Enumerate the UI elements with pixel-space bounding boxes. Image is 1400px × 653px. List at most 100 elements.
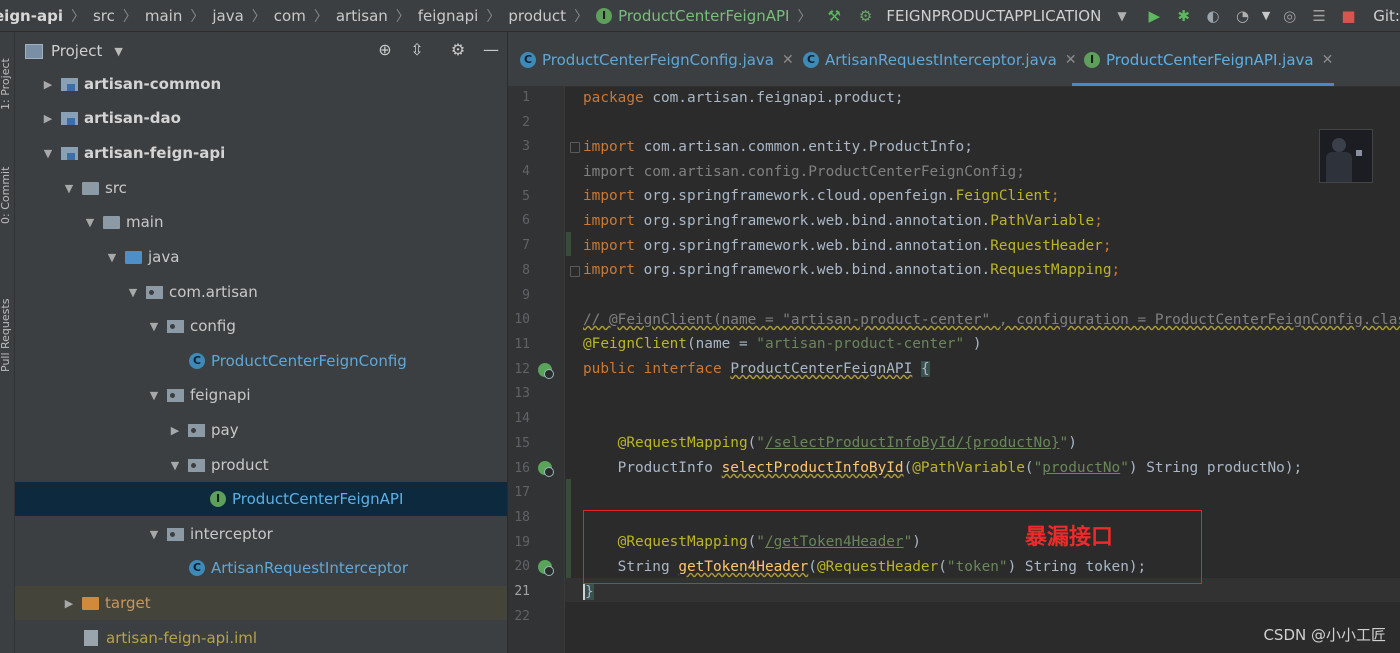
chevron-down-icon[interactable]: ▼	[147, 320, 161, 333]
debug-icon[interactable]: ✱	[1172, 4, 1195, 28]
close-icon[interactable]: ✕	[1065, 52, 1077, 68]
tree-item-label: artisan-dao	[84, 109, 181, 127]
tree-item-label: ArtisanRequestInterceptor	[211, 559, 409, 577]
chevron-down-icon[interactable]: ▼	[126, 286, 140, 299]
stop-icon[interactable]: ■	[1337, 4, 1360, 28]
tab-artisanrequestinterceptor[interactable]: C ArtisanRequestInterceptor.java ✕	[803, 46, 1077, 74]
minimize-icon[interactable]: —	[481, 40, 501, 60]
tab-pull-requests[interactable]: Pull Requests	[0, 262, 15, 372]
source-folder-icon	[125, 250, 142, 264]
run-configuration-select[interactable]: ⚙ FEIGNPRODUCTAPPLICATION ▼	[859, 7, 1127, 25]
tab-project[interactable]: 1: Project	[0, 40, 15, 110]
package-icon	[167, 527, 184, 541]
chevron-down-icon[interactable]: ▼	[168, 459, 182, 472]
chevron-down-icon[interactable]: ▼	[83, 216, 97, 229]
chevron-right-icon[interactable]: ▶	[168, 424, 182, 437]
module-icon	[61, 111, 78, 125]
tab-commit[interactable]: 0: Commit	[0, 150, 15, 224]
tree-item-config[interactable]: ▼ config	[15, 309, 507, 343]
tree-item-feignapi[interactable]: ▼ feignapi	[15, 378, 507, 412]
tree-item-main[interactable]: ▼ main	[15, 205, 507, 239]
breadcrumb-item-com[interactable]: com	[274, 7, 306, 25]
tree-item-label: target	[105, 594, 151, 612]
chevron-down-icon[interactable]: ▼	[105, 251, 119, 264]
line-number: 5	[522, 189, 530, 204]
line-number: 9	[522, 288, 530, 303]
chevron-down-icon[interactable]: ▼	[114, 45, 122, 58]
breadcrumb-item-java[interactable]: java	[212, 7, 243, 25]
tree-item-artisan-common[interactable]: ▶ artisan-common	[15, 67, 507, 101]
collapse-all-icon[interactable]: ⇳	[407, 40, 427, 60]
breadcrumb-separator-icon: 〉	[486, 8, 501, 25]
chevron-down-icon[interactable]: ▼	[62, 182, 76, 195]
project-tool-window: Project ▼ ⊕ ⇳ ⚙ — ▶ artisan-common ▶ art…	[15, 32, 507, 653]
tree-item-artisan-feign-api[interactable]: ▼ artisan-feign-api	[15, 136, 507, 170]
interface-icon: I	[596, 7, 613, 24]
chevron-right-icon[interactable]: ▶	[41, 112, 55, 125]
tree-item-artisan-dao[interactable]: ▶ artisan-dao	[15, 101, 507, 135]
breadcrumb-separator-icon: 〉	[797, 8, 812, 25]
tab-productcenterfeignapi[interactable]: I ProductCenterFeignAPI.java ✕	[1084, 46, 1333, 74]
chevron-down-icon[interactable]: ▼	[1260, 4, 1272, 28]
code-line-8: import org.springframework.web.bind.anno…	[583, 262, 1121, 278]
line-number: 2	[522, 115, 530, 130]
annotation-label: 暴漏接口	[1025, 525, 1114, 550]
breadcrumb-item-main[interactable]: main	[145, 7, 182, 25]
implemented-method-gutter-icon[interactable]	[538, 560, 554, 576]
coverage-icon[interactable]: ◐	[1201, 4, 1224, 28]
chevron-down-icon: ▼	[1117, 8, 1127, 23]
rerun-list-icon[interactable]: ☰	[1307, 4, 1330, 28]
package-icon	[167, 319, 184, 333]
breadcrumb-item-src[interactable]: src	[93, 7, 115, 25]
locate-icon[interactable]: ⊕	[375, 40, 395, 60]
tree-item-artisanrequestinterceptor[interactable]: C ArtisanRequestInterceptor	[15, 551, 507, 585]
code-line-11: @FeignClient(name = "artisan-product-cen…	[583, 336, 982, 352]
tree-item-product[interactable]: ▼ product	[15, 448, 507, 482]
tree-item-productcenterfeignapi[interactable]: I ProductCenterFeignAPI	[15, 482, 507, 516]
line-number: 3	[522, 139, 530, 154]
chevron-right-icon[interactable]: ▶	[62, 597, 76, 610]
tree-item-com-artisan[interactable]: ▼ com.artisan	[15, 275, 507, 309]
tree-item-pay[interactable]: ▶ pay	[15, 413, 507, 447]
tree-item-productcenterfeignconfig[interactable]: C ProductCenterFeignConfig	[15, 344, 507, 378]
code-line-5: import org.springframework.cloud.openfei…	[583, 188, 1060, 204]
breadcrumb-item-artisan[interactable]: artisan	[336, 7, 388, 25]
close-icon[interactable]: ✕	[1322, 52, 1334, 68]
code-line-4: import com.artisan.config.ProductCenterF…	[583, 164, 1025, 180]
breadcrumb-separator-icon: 〉	[190, 8, 205, 25]
tree-item-iml-file[interactable]: artisan-feign-api.iml	[15, 621, 507, 653]
chevron-down-icon[interactable]: ▼	[41, 147, 55, 160]
attach-debugger-icon[interactable]: ◎	[1278, 4, 1301, 28]
breadcrumb-separator-icon: 〉	[574, 8, 589, 25]
navigation-bar: eign-api 〉 src 〉 main 〉 java 〉 com 〉 artisan 〉…	[0, 0, 1400, 32]
build-hammer-icon[interactable]: ⚒	[822, 4, 845, 28]
line-number: 11	[514, 337, 530, 352]
close-icon[interactable]: ✕	[782, 52, 794, 68]
tree-item-label: config	[190, 317, 236, 335]
implemented-method-gutter-icon[interactable]	[538, 363, 554, 379]
gear-icon[interactable]: ⚙	[448, 40, 468, 60]
editor-gutter: 1 2 3 4 5 6 7 8 9 10 11 12 13 14 15 16 1…	[508, 86, 580, 653]
tab-productcenterfeignconfig[interactable]: C ProductCenterFeignConfig.java ✕	[520, 46, 794, 74]
chevron-down-icon[interactable]: ▼	[147, 528, 161, 541]
tree-item-src[interactable]: ▼ src	[15, 171, 507, 205]
project-panel-title[interactable]: Project	[51, 42, 102, 60]
tree-item-interceptor[interactable]: ▼ interceptor	[15, 517, 507, 551]
chevron-right-icon[interactable]: ▶	[41, 78, 55, 91]
class-icon: C	[520, 52, 536, 68]
chevron-down-icon[interactable]: ▼	[147, 389, 161, 402]
tree-item-label: artisan-feign-api.iml	[106, 629, 258, 647]
breadcrumb-item-module[interactable]: eign-api	[0, 7, 63, 25]
breadcrumb-item-product[interactable]: product	[508, 7, 566, 25]
implemented-method-gutter-icon[interactable]	[538, 461, 554, 477]
breadcrumb-item-feignapi[interactable]: feignapi	[418, 7, 479, 25]
interface-icon: I	[1084, 52, 1100, 68]
run-icon[interactable]: ▶	[1143, 4, 1166, 28]
breadcrumb-item-class[interactable]: ProductCenterFeignAPI	[618, 7, 789, 25]
line-number: 20	[514, 559, 530, 574]
tree-item-java[interactable]: ▼ java	[15, 240, 507, 274]
tree-item-label: ProductCenterFeignAPI	[232, 490, 404, 508]
tree-item-target[interactable]: ▶ target	[15, 586, 507, 620]
profile-icon[interactable]: ◔	[1231, 4, 1254, 28]
git-label[interactable]: Git:	[1373, 7, 1400, 25]
